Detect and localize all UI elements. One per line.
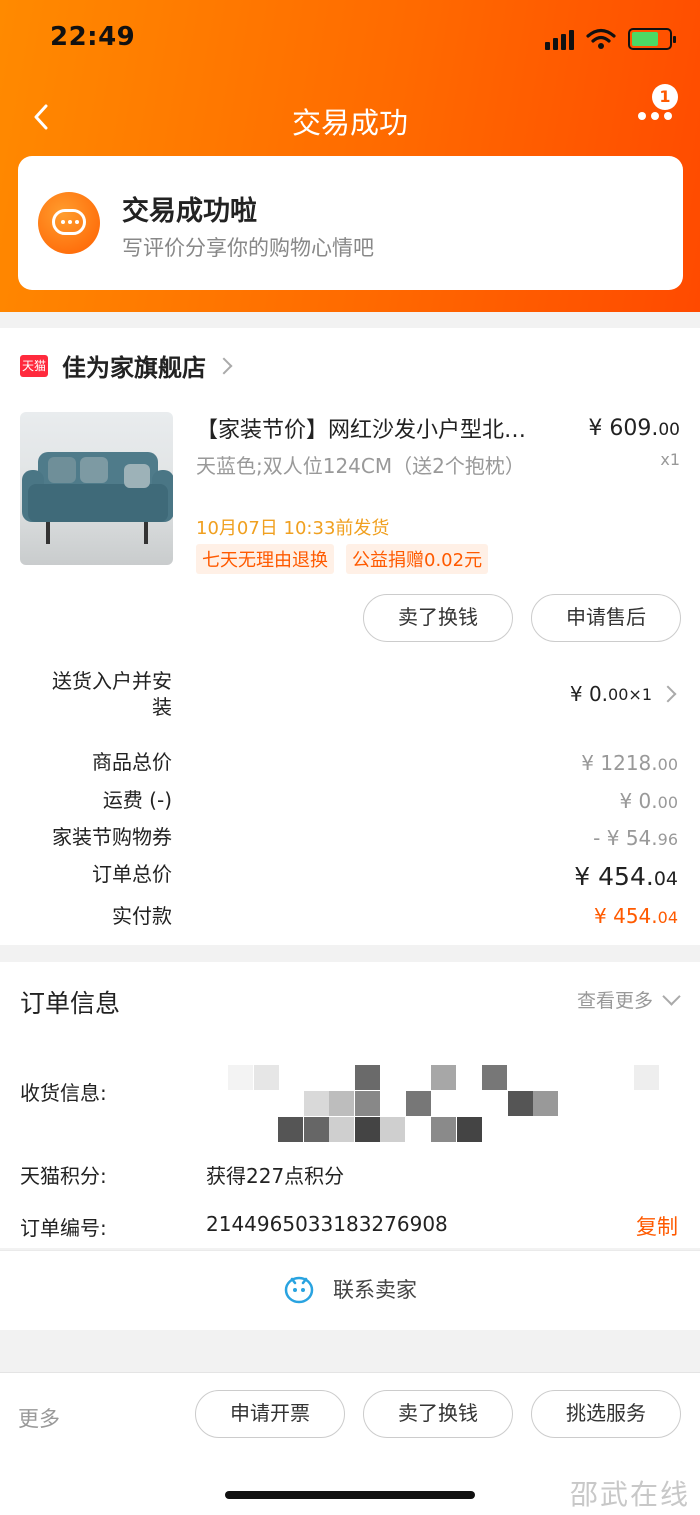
review-prompt[interactable]: 写评价分享你的购物心情吧: [122, 232, 374, 262]
tmall-logo-icon: 天猫: [20, 354, 48, 377]
order-no-label: 订单编号:: [20, 1216, 107, 1240]
product-quantity: x1: [660, 450, 680, 469]
charity-tag: 公益捐赠0.02元: [346, 544, 489, 574]
fee-label-order-total: 订单总价: [92, 862, 172, 886]
after-sale-button[interactable]: 申请售后: [531, 594, 681, 642]
chat-bubble-icon: [38, 192, 100, 254]
fee-value-order-total: ¥ 454.04: [574, 862, 678, 891]
view-more-label: 查看更多: [576, 990, 653, 1012]
chevron-right-icon: [215, 357, 233, 374]
product-image[interactable]: [20, 412, 173, 565]
fee-value-subtotal: ¥ 1218.00: [581, 751, 678, 775]
signal-icon: [545, 28, 574, 50]
select-service-button[interactable]: 挑选服务: [531, 1390, 681, 1438]
service-label: 送货入户并安装: [52, 669, 172, 719]
fee-value-coupon: - ¥ 54.96: [593, 826, 678, 850]
product-spec: 天蓝色;双人位124CM（送2个抱枕）: [196, 454, 525, 478]
wifi-icon: [586, 28, 616, 49]
points-value: 获得227点积分: [206, 1164, 345, 1188]
more-dots-icon: [638, 112, 672, 120]
return-policy-tag: 七天无理由退换: [196, 544, 334, 574]
invoice-button[interactable]: 申请开票: [195, 1390, 345, 1438]
shop-link[interactable]: 天猫 佳为家旗舰店: [20, 348, 233, 383]
status-icons: [545, 28, 676, 50]
copy-button[interactable]: 复制: [636, 1211, 678, 1241]
chat-robot-icon: [284, 1276, 314, 1304]
more-menu-button[interactable]: 1: [632, 84, 682, 130]
page-title: 交易成功: [291, 106, 408, 140]
product-price-dec: 00: [658, 420, 680, 440]
fee-label-subtotal: 商品总价: [92, 750, 172, 774]
service-qty: ×1: [628, 684, 652, 704]
view-more-link[interactable]: 查看更多: [576, 986, 681, 1013]
points-label: 天猫积分:: [20, 1164, 107, 1188]
product-tags: 七天无理由退换 公益捐赠0.02元: [196, 544, 489, 574]
fee-value-paid: ¥ 454.04: [594, 904, 678, 928]
address-mosaic: [228, 1065, 668, 1143]
battery-icon: [628, 28, 676, 50]
shop-name: 佳为家旗舰店: [62, 354, 206, 382]
status-time: 22:49: [50, 22, 136, 52]
fee-value-shipping: ¥ 0.00: [619, 789, 678, 813]
order-item-section: 天猫 佳为家旗舰店 【家装节价】网红沙发小户型北… ¥ 609.00 x1 天蓝…: [0, 328, 700, 945]
fee-label-coupon: 家装节购物券: [52, 825, 172, 849]
home-indicator[interactable]: [225, 1491, 475, 1499]
product-price: ¥ 609.00: [588, 416, 680, 441]
service-price-dec: 00: [608, 684, 629, 704]
address-label: 收货信息:: [20, 1081, 107, 1105]
fee-label-shipping: 运费 (-): [102, 788, 172, 812]
notification-badge: 1: [652, 84, 678, 110]
resell-bottom-button[interactable]: 卖了换钱: [363, 1390, 513, 1438]
ship-time: 10月07日 10:33前发货: [196, 518, 390, 539]
chevron-down-icon: [662, 987, 681, 1006]
fee-label-paid: 实付款: [112, 904, 172, 928]
header: 22:49 交易成功 1 交易成功啦 写评价分享你的购物心情吧: [0, 0, 700, 312]
product-title[interactable]: 【家装节价】网红沙发小户型北…: [196, 412, 566, 444]
service-row[interactable]: ¥ 0. 00 ×1: [569, 682, 677, 706]
bottom-action-bar: 更多 申请开票 卖了换钱 挑选服务 邵武在线: [0, 1372, 700, 1515]
success-card[interactable]: 交易成功啦 写评价分享你的购物心情吧: [18, 156, 683, 290]
contact-seller-row[interactable]: 联系卖家: [0, 1250, 700, 1330]
chevron-right-icon: [659, 685, 677, 703]
watermark-text: 邵武在线: [569, 1478, 690, 1511]
order-no-value: 2144965033183276908: [206, 1212, 448, 1236]
order-info-title: 订单信息: [20, 989, 121, 1018]
contact-seller-label: 联系卖家: [333, 1278, 417, 1302]
more-link[interactable]: 更多: [18, 1403, 60, 1433]
product-price-int: ¥ 609.: [588, 416, 659, 441]
resell-button[interactable]: 卖了换钱: [363, 594, 513, 642]
service-price-int: ¥ 0.: [569, 682, 609, 706]
success-title: 交易成功啦: [122, 196, 257, 227]
